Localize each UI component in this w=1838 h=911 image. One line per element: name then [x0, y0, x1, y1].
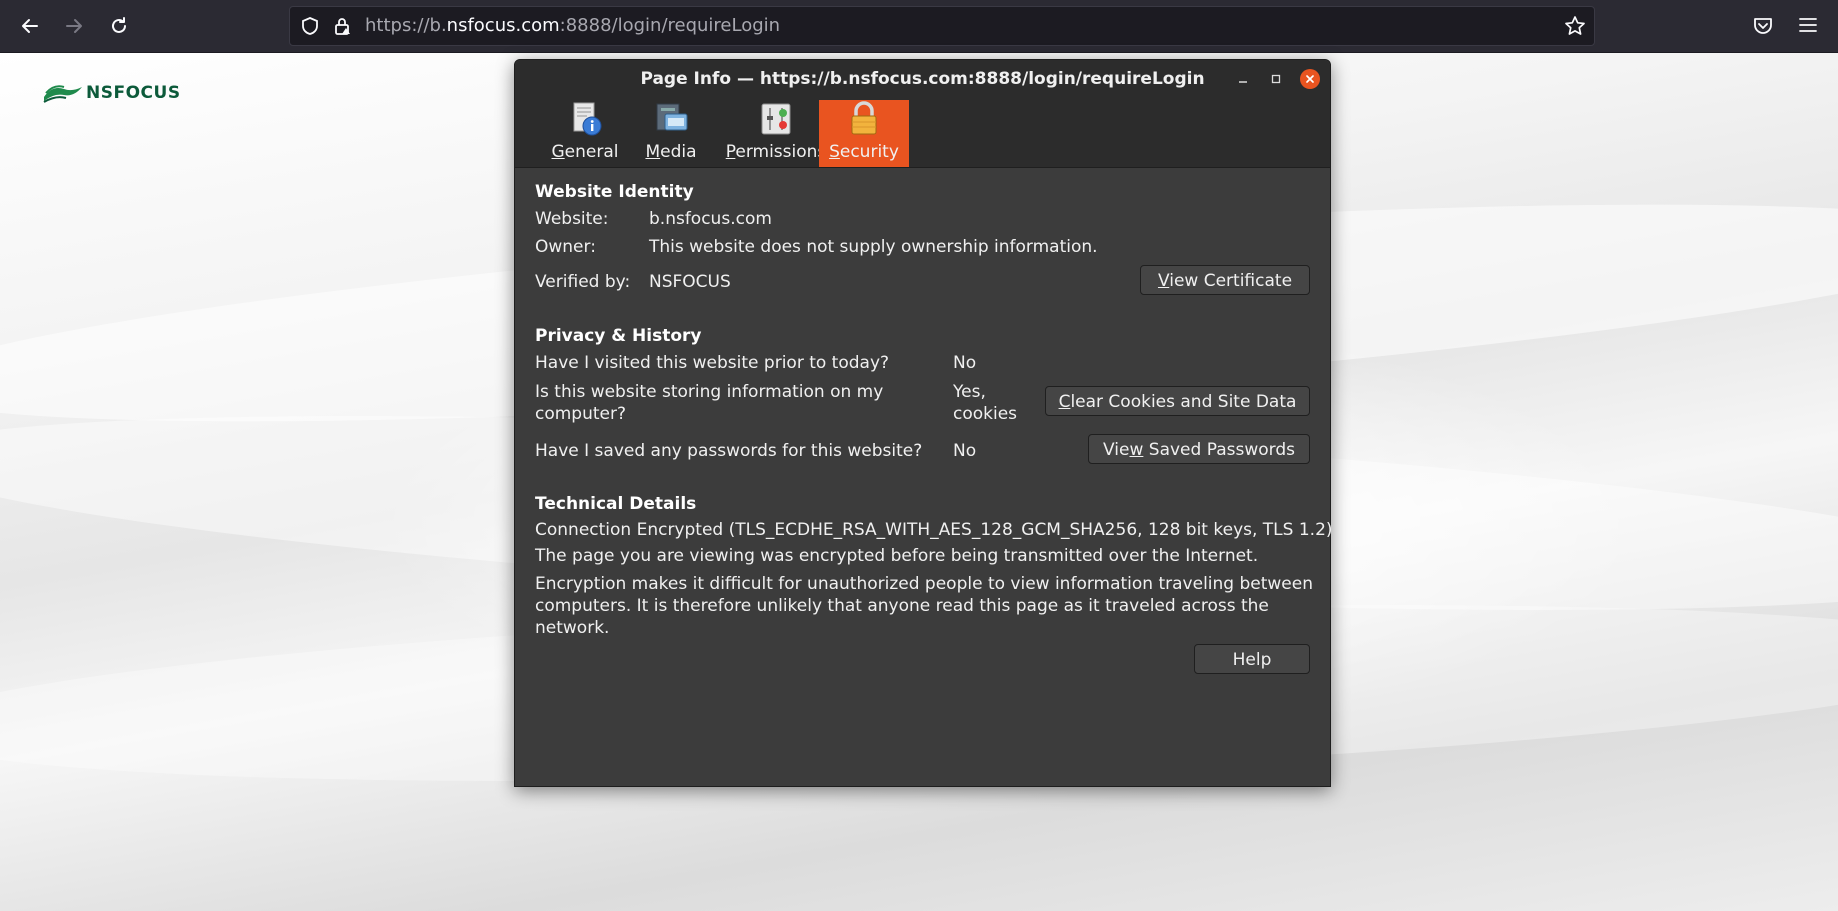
dialog-title: Page Info — https://b.nsfocus.com:8888/l…	[640, 69, 1205, 89]
back-button[interactable]	[14, 10, 46, 42]
storing-question: Is this website storing information on m…	[535, 382, 884, 424]
forward-button[interactable]	[58, 10, 90, 42]
encryption-note-1: The page you are viewing was encrypted b…	[535, 546, 1259, 566]
verified-by-label: Verified by:	[535, 272, 631, 292]
tab-label: Security	[829, 142, 899, 162]
website-label: Website:	[535, 209, 609, 229]
maximize-button[interactable]	[1266, 69, 1286, 89]
website-identity-heading: Website Identity	[535, 182, 694, 202]
maximize-icon	[1271, 74, 1281, 84]
tab-media[interactable]: Media	[625, 100, 717, 167]
minimize-button[interactable]	[1233, 69, 1253, 89]
shield-icon[interactable]	[300, 16, 320, 36]
visited-answer: No	[953, 353, 977, 373]
passwords-question: Have I saved any passwords for this webs…	[535, 441, 923, 461]
owner-label: Owner:	[535, 237, 596, 257]
reload-button[interactable]	[103, 10, 135, 42]
encryption-note-2: Encryption makes it difficult for unauth…	[535, 574, 1313, 638]
owner-value: This website does not supply ownership i…	[649, 237, 1098, 257]
permissions-icon	[761, 103, 791, 135]
close-button[interactable]	[1300, 69, 1320, 89]
url-bar[interactable]: https://b.nsfocus.com:8888/login/require…	[289, 6, 1595, 46]
pocket-icon[interactable]	[1752, 14, 1774, 36]
dialog-tabs: General Media Permissions Security	[515, 98, 1330, 168]
view-saved-passwords-button[interactable]: View Saved Passwords	[1088, 434, 1310, 464]
tab-label: Media	[645, 142, 697, 162]
nsfocus-logo[interactable]: NSFOCUS	[42, 81, 181, 105]
verified-by-value: NSFOCUS	[649, 272, 731, 292]
url-text[interactable]: https://b.nsfocus.com:8888/login/require…	[365, 15, 780, 36]
tab-label: General	[551, 142, 619, 162]
help-button[interactable]: Help	[1194, 644, 1310, 674]
tab-security[interactable]: Security	[819, 100, 909, 167]
visited-question: Have I visited this website prior to tod…	[535, 353, 890, 373]
page-info-dialog: Page Info — https://b.nsfocus.com:8888/l…	[514, 59, 1333, 787]
forward-icon	[66, 19, 82, 33]
minimize-icon	[1239, 81, 1247, 83]
logo-flag-icon	[43, 85, 82, 103]
website-value: b.nsfocus.com	[649, 209, 772, 229]
dialog-titlebar[interactable]: Page Info — https://b.nsfocus.com:8888/l…	[515, 60, 1330, 98]
menu-icon[interactable]	[1797, 14, 1819, 36]
connection-encrypted-text: Connection Encrypted (TLS_ECDHE_RSA_WITH…	[535, 520, 1333, 540]
lock-icon[interactable]	[332, 16, 352, 36]
privacy-history-heading: Privacy & History	[535, 326, 702, 346]
technical-details-heading: Technical Details	[535, 494, 697, 514]
storing-answer: Yes, cookies	[953, 382, 1018, 424]
security-lock-icon	[851, 101, 877, 135]
general-info-icon	[573, 102, 602, 136]
logo-text: NSFOCUS	[86, 83, 181, 103]
clear-cookies-button[interactable]: Clear Cookies and Site Data	[1045, 386, 1310, 416]
passwords-answer: No	[953, 441, 977, 461]
bookmark-star-icon[interactable]	[1564, 15, 1586, 37]
browser-toolbar: https://b.nsfocus.com:8888/login/require…	[0, 0, 1838, 53]
tab-general[interactable]: General	[535, 100, 635, 167]
media-icon	[656, 103, 688, 131]
view-certificate-button[interactable]: View Certificate	[1140, 265, 1310, 295]
reload-icon	[112, 17, 126, 33]
back-icon	[22, 19, 38, 33]
close-icon	[1306, 75, 1314, 83]
